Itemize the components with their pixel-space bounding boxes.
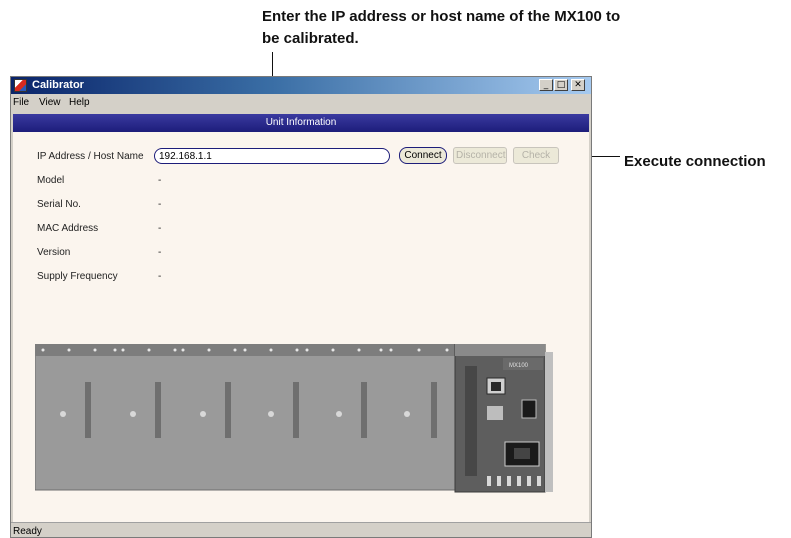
menu-file[interactable]: File	[13, 96, 29, 110]
mac-address-value: -	[158, 223, 162, 234]
warning-label	[487, 406, 503, 420]
callout-connect-instruction: Execute connection	[624, 153, 766, 170]
ip-address-input[interactable]	[154, 148, 390, 164]
minimize-button[interactable]: _	[539, 79, 553, 91]
menu-view[interactable]: View	[39, 96, 61, 110]
disconnect-button[interactable]: Disconnect	[453, 147, 507, 164]
window-title: Calibrator	[32, 79, 84, 91]
mx100-unit-illustration: MX100	[35, 344, 553, 493]
check-button[interactable]: Check	[513, 147, 559, 164]
supply-frequency-label: Supply Frequency	[37, 271, 118, 282]
serial-number-value: -	[158, 199, 162, 210]
model-label: Model	[37, 175, 65, 186]
connect-button[interactable]: Connect	[399, 147, 447, 164]
version-value: -	[158, 247, 162, 258]
main-unit-side-panel	[465, 366, 477, 476]
menu-help[interactable]: Help	[69, 96, 90, 110]
version-label: Version	[37, 247, 71, 258]
module-base-top-rail	[35, 344, 467, 356]
ip-address-label: IP Address / Host Name	[37, 151, 144, 162]
power-inlet-socket	[514, 448, 530, 459]
main-unit-brand-label: MX100	[509, 363, 529, 369]
maximize-button[interactable]: □	[554, 79, 568, 91]
main-unit-top-vents	[455, 344, 545, 356]
title-bar[interactable]: Calibrator _ □ ✕	[11, 77, 591, 94]
main-unit-side-edge	[545, 352, 553, 492]
unit-information-panel: Unit Information IP Address / Host Name …	[13, 114, 589, 522]
power-switch	[521, 399, 537, 419]
close-button[interactable]: ✕	[571, 79, 585, 91]
app-icon	[14, 79, 27, 92]
annotated-screenshot-page: Enter the IP address or host name of the…	[0, 0, 791, 538]
menu-bar: File View Help	[11, 94, 591, 112]
status-text: Ready	[13, 526, 42, 537]
module-base-plate	[35, 344, 468, 491]
model-value: -	[158, 175, 162, 186]
section-header: Unit Information	[13, 114, 589, 132]
supply-frequency-value: -	[158, 271, 162, 282]
ethernet-port-opening	[491, 382, 501, 391]
serial-number-label: Serial No.	[37, 199, 81, 210]
callout-ip-instruction: Enter the IP address or host name of the…	[262, 8, 621, 47]
status-bar: Ready	[11, 522, 591, 537]
calibrator-window: Calibrator _ □ ✕ File View Help Unit Inf…	[10, 76, 592, 538]
mac-address-label: MAC Address	[37, 223, 99, 234]
